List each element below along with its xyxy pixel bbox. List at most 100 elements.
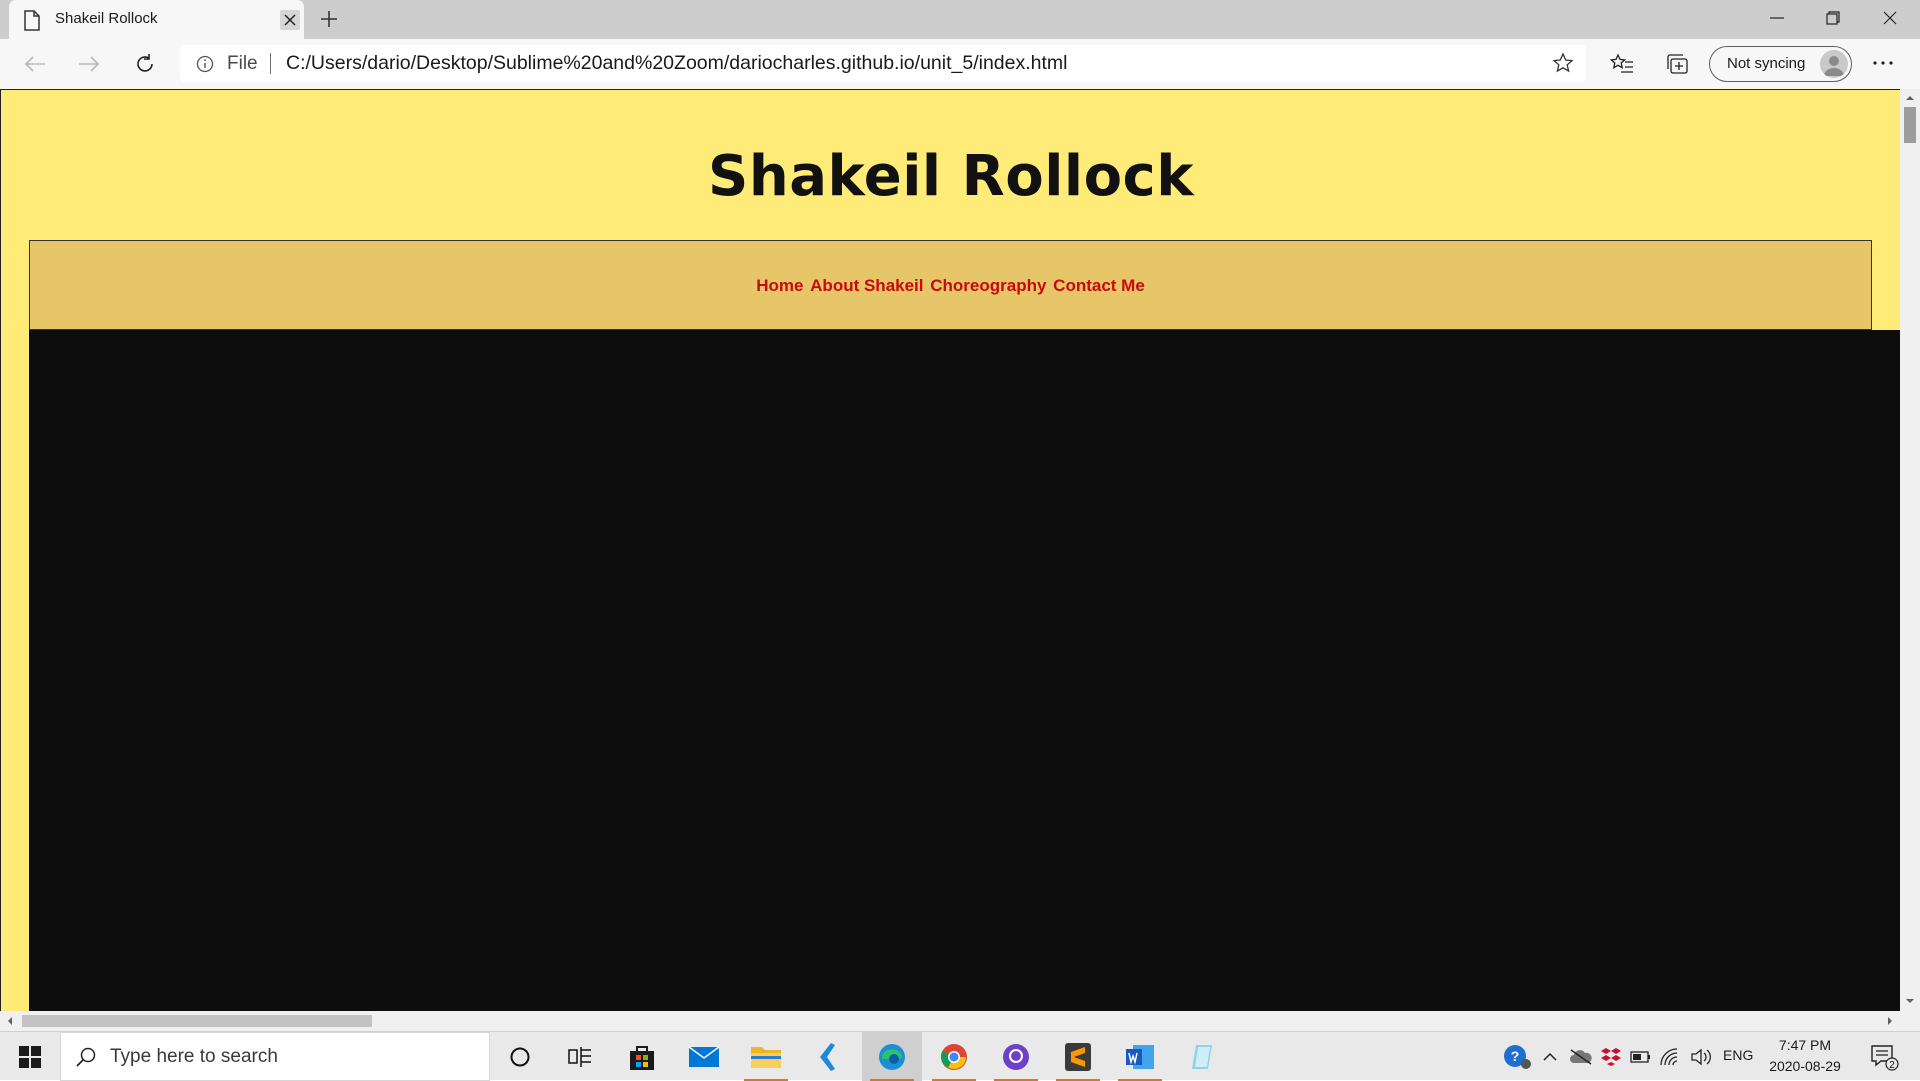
taskbar-app-word[interactable] (1110, 1032, 1170, 1081)
onedrive-tray-button[interactable] (1568, 1032, 1594, 1081)
windows-icon (19, 1045, 41, 1068)
action-center-button[interactable]: 2 (1864, 1032, 1904, 1081)
sync-label: Not syncing (1727, 55, 1806, 72)
avatar (1820, 50, 1848, 78)
page-viewport: Shakeil Rollock Home About Shakeil Chore… (0, 89, 1900, 1011)
refresh-icon (137, 54, 153, 72)
close-icon (284, 14, 296, 26)
page-title: Shakeil Rollock (708, 144, 1194, 209)
notification-count: 2 (1889, 1060, 1895, 1071)
address-divider (270, 53, 271, 74)
collections-button[interactable] (1663, 50, 1691, 78)
input-language[interactable]: ENG (1723, 1047, 1753, 1063)
help-tray-button[interactable]: ? (1500, 1032, 1534, 1081)
tab-title: Shakeil Rollock (55, 10, 158, 27)
battery-tray-button[interactable] (1628, 1032, 1654, 1081)
close-tab-button[interactable] (280, 10, 300, 30)
forward-arrow-icon (79, 56, 100, 72)
page-icon (24, 10, 40, 31)
horizontal-scrollbar[interactable] (0, 1011, 1900, 1031)
wifi-tray-button[interactable] (1658, 1032, 1684, 1081)
close-icon (1883, 11, 1897, 25)
address-url[interactable]: C:/Users/dario/Desktop/Sublime%20and%20Z… (286, 52, 1068, 75)
dropbox-icon (1601, 1047, 1621, 1066)
cortana-icon (510, 1047, 530, 1066)
edge-icon (879, 1043, 905, 1070)
taskbar-app-chrome[interactable] (924, 1032, 984, 1081)
task-view-button[interactable] (550, 1032, 610, 1081)
scroll-left-icon[interactable] (5, 1016, 15, 1026)
battery-icon (1630, 1050, 1650, 1063)
scroll-up-icon[interactable] (1905, 93, 1915, 103)
back-button[interactable] (17, 46, 53, 82)
hero-image (29, 330, 1900, 1011)
more-options-icon[interactable] (1868, 53, 1898, 73)
tab-strip: Shakeil Rollock (0, 0, 1920, 39)
scrollbar-corner (1900, 1011, 1920, 1031)
volume-icon (1691, 1048, 1711, 1065)
new-tab-button[interactable] (318, 8, 340, 30)
collections-icon (1667, 54, 1688, 74)
clock-date: 2020-08-29 (1769, 1058, 1841, 1074)
restore-button[interactable] (1806, 0, 1860, 36)
minimize-button[interactable] (1750, 0, 1804, 36)
taskbar-app-notepad[interactable] (1172, 1032, 1232, 1081)
taskbar-app-file-explorer[interactable] (736, 1032, 796, 1081)
svg-text:?: ? (1511, 1048, 1520, 1064)
nav-link-contact[interactable]: Contact Me (1053, 276, 1145, 295)
start-button[interactable] (0, 1032, 60, 1081)
nav-link-about[interactable]: About Shakeil (810, 276, 923, 295)
browser-tab[interactable]: Shakeil Rollock (9, 0, 304, 39)
scroll-right-icon[interactable] (1885, 1016, 1895, 1026)
favorites-icon (1610, 53, 1633, 73)
show-hidden-icons-button[interactable] (1538, 1032, 1562, 1081)
vertical-scroll-thumb[interactable] (1904, 107, 1916, 143)
store-icon (630, 1045, 654, 1070)
taskbar-app-sublime[interactable] (1048, 1032, 1108, 1081)
wifi-icon (1660, 1047, 1678, 1065)
taskbar-app-store[interactable] (612, 1032, 672, 1081)
profile-sync-button[interactable]: Not syncing (1709, 46, 1852, 82)
vertical-scrollbar[interactable] (1900, 89, 1920, 1011)
taskbar-app-mail[interactable] (674, 1032, 734, 1081)
horizontal-scroll-thumb[interactable] (22, 1015, 372, 1027)
taskbar-app-edge[interactable] (862, 1032, 922, 1081)
taskbar-app-visual-studio[interactable] (798, 1032, 858, 1081)
task-view-icon (568, 1046, 591, 1067)
info-icon[interactable] (196, 55, 214, 73)
site-navigation: Home About Shakeil Choreography Contact … (29, 240, 1872, 330)
address-scheme: File (227, 53, 258, 74)
close-window-button[interactable] (1863, 0, 1917, 36)
user-icon (1824, 56, 1844, 76)
volume-tray-button[interactable] (1688, 1032, 1714, 1081)
cloud-offline-icon (1570, 1048, 1592, 1065)
nav-link-home[interactable]: Home (756, 276, 803, 295)
favorites-button[interactable] (1608, 50, 1636, 78)
clock-time: 7:47 PM (1778, 1037, 1832, 1053)
notifications-icon: 2 (1871, 1044, 1899, 1071)
search-placeholder: Type here to search (110, 1046, 278, 1067)
back-arrow-icon (24, 56, 45, 72)
scroll-down-icon[interactable] (1905, 996, 1915, 1006)
taskbar-app-github[interactable] (986, 1032, 1046, 1081)
word-icon (1126, 1044, 1154, 1069)
mail-icon (688, 1045, 720, 1067)
favorite-star-icon[interactable] (1552, 52, 1574, 74)
address-bar[interactable]: File C:/Users/dario/Desktop/Sublime%20an… (180, 45, 1586, 82)
taskbar-search-box[interactable]: Type here to search (60, 1032, 490, 1081)
file-explorer-icon (751, 1046, 781, 1068)
cortana-button[interactable] (490, 1032, 550, 1081)
search-icon (76, 1047, 96, 1067)
taskbar: Type here to search ? ENG 7:47 PM 2020-0… (0, 1031, 1920, 1081)
sublime-icon (1065, 1042, 1091, 1071)
chrome-icon (940, 1043, 967, 1070)
help-icon: ? (1504, 1044, 1531, 1069)
taskbar-clock[interactable]: 7:47 PM 2020-08-29 (1760, 1035, 1850, 1077)
visual-studio-icon (820, 1042, 835, 1071)
forward-button[interactable] (71, 46, 107, 82)
browser-toolbar: File C:/Users/dario/Desktop/Sublime%20an… (0, 39, 1920, 89)
notepad-icon (1192, 1044, 1212, 1069)
nav-link-choreography[interactable]: Choreography (930, 276, 1046, 295)
dropbox-tray-button[interactable] (1598, 1032, 1624, 1081)
refresh-button[interactable] (127, 46, 163, 82)
